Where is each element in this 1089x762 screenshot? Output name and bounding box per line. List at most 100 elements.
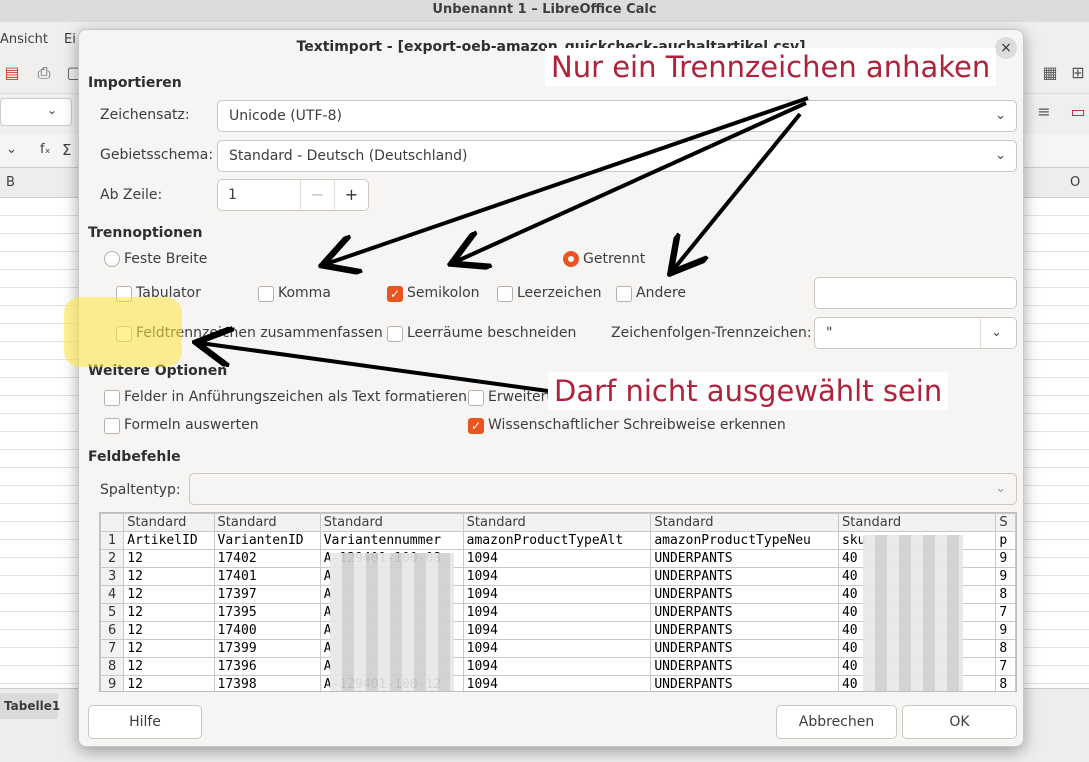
from-row-spinner[interactable]: 1 − + bbox=[217, 179, 369, 211]
annotation-bottom: Darf nicht ausgewählt sein bbox=[548, 372, 949, 410]
font-name-box[interactable]: ⌄ bbox=[0, 98, 72, 126]
redacted-region bbox=[863, 535, 963, 691]
locale-select[interactable]: Standard - Deutsch (Deutschland) ⌄ bbox=[217, 140, 1017, 172]
table-cell: 9 bbox=[995, 549, 1016, 568]
ok-button[interactable]: OK bbox=[902, 705, 1017, 739]
table-cell: 17395 bbox=[213, 603, 321, 622]
table-cell: 1094 bbox=[462, 585, 652, 604]
semicolon-label[interactable]: Semikolon bbox=[407, 285, 480, 301]
table-cell: 12 bbox=[123, 621, 215, 640]
column-o-header[interactable]: O bbox=[1070, 175, 1080, 190]
other-label[interactable]: Andere bbox=[636, 285, 686, 301]
other-separator-input[interactable] bbox=[814, 277, 1017, 309]
scientific-notation-checkbox[interactable]: ✓ bbox=[468, 418, 484, 434]
space-checkbox[interactable] bbox=[497, 286, 513, 302]
quoted-as-text-label[interactable]: Felder in Anführungszeichen als Text for… bbox=[124, 389, 467, 405]
locale-label: Gebietsschema: bbox=[100, 147, 214, 163]
string-delimiter-label: Zeichenfolgen-Trennzeichen: bbox=[611, 325, 812, 341]
table-cell: 12 bbox=[123, 639, 215, 658]
chevron-down-icon: ⌄ bbox=[995, 481, 1006, 496]
charset-select[interactable]: Unicode (UTF-8) ⌄ bbox=[217, 100, 1017, 132]
semicolon-checkbox[interactable]: ✓ bbox=[387, 286, 403, 302]
detect-special-numbers-label[interactable]: Erweitert bbox=[488, 389, 552, 405]
cancel-button[interactable]: Abbrechen bbox=[776, 705, 897, 739]
table-cell: 17398 bbox=[213, 675, 321, 691]
chart-icon[interactable]: ⊞ bbox=[1068, 63, 1088, 83]
fixed-width-radio[interactable] bbox=[104, 251, 120, 267]
import-heading: Importieren bbox=[88, 75, 182, 91]
column-b-header[interactable]: B bbox=[6, 175, 15, 190]
close-icon[interactable]: × bbox=[995, 37, 1017, 59]
table-cell: 1094 bbox=[462, 549, 652, 568]
border-icon[interactable]: ▭ bbox=[1068, 102, 1088, 122]
table-cell: 1094 bbox=[462, 567, 652, 586]
string-delimiter-value: " bbox=[826, 325, 833, 341]
menu-einfuegen[interactable]: Ei bbox=[64, 32, 76, 47]
column-type-header[interactable]: Standard bbox=[837, 513, 997, 532]
comma-checkbox[interactable] bbox=[258, 286, 274, 302]
table-cell: 9 bbox=[995, 621, 1016, 640]
chevron-down-icon[interactable]: ⌄ bbox=[6, 142, 17, 157]
table-cell: UNDERPANTS bbox=[650, 621, 839, 640]
table-cell: 1094 bbox=[462, 639, 652, 658]
wrap-text-icon[interactable]: ≡ bbox=[1034, 102, 1054, 122]
other-checkbox[interactable] bbox=[616, 286, 632, 302]
table-cell: 17399 bbox=[213, 639, 321, 658]
separated-radio[interactable] bbox=[563, 251, 579, 267]
space-label[interactable]: Leerzeichen bbox=[517, 285, 601, 301]
trim-spaces-label[interactable]: Leerräume beschneiden bbox=[407, 325, 576, 341]
table-cell: UNDERPANTS bbox=[650, 657, 839, 676]
column-type-select[interactable]: ⌄ bbox=[189, 473, 1017, 505]
evaluate-formulas-checkbox[interactable] bbox=[104, 418, 120, 434]
export-pdf-icon[interactable]: ▤ bbox=[2, 63, 22, 83]
table-cell: 9 bbox=[995, 567, 1016, 586]
chevron-down-icon: ⌄ bbox=[995, 148, 1006, 163]
column-type-header[interactable]: Standard bbox=[213, 513, 321, 532]
print-icon[interactable]: ⎙ bbox=[34, 63, 54, 83]
table-cell: 8 bbox=[995, 585, 1016, 604]
table-cell: UNDERPANTS bbox=[650, 603, 839, 622]
table-cell: 17401 bbox=[213, 567, 321, 586]
trim-spaces-checkbox[interactable] bbox=[387, 326, 403, 342]
string-delimiter-select[interactable]: " ⌄ bbox=[814, 317, 1017, 349]
column-type-header[interactable]: Standard bbox=[123, 513, 215, 532]
table-icon[interactable]: ▦ bbox=[1040, 63, 1060, 83]
chevron-down-icon: ⌄ bbox=[995, 108, 1006, 123]
table-cell: 7 bbox=[995, 603, 1016, 622]
scientific-notation-label[interactable]: Wissenschaftlicher Schreibweise erkennen bbox=[488, 417, 786, 433]
sum-icon[interactable]: Σ bbox=[62, 141, 71, 159]
window-title: Unbenannt 1 – LibreOffice Calc bbox=[0, 0, 1089, 22]
charset-label: Zeichensatz: bbox=[100, 107, 190, 123]
evaluate-formulas-label[interactable]: Formeln auswerten bbox=[124, 417, 259, 433]
column-type-header[interactable]: Standard bbox=[462, 513, 652, 532]
table-cell: amazonProductTypeAlt bbox=[462, 531, 652, 550]
row-number: 4 bbox=[100, 585, 125, 604]
table-cell: UNDERPANTS bbox=[650, 639, 839, 658]
plus-icon[interactable]: + bbox=[334, 180, 368, 210]
table-cell: 12 bbox=[123, 603, 215, 622]
chevron-down-icon[interactable]: ⌄ bbox=[980, 318, 1016, 348]
detect-special-numbers-checkbox[interactable] bbox=[468, 390, 484, 406]
locale-value: Standard - Deutsch (Deutschland) bbox=[229, 148, 468, 164]
column-type-header[interactable]: Standard bbox=[650, 513, 839, 532]
chevron-down-icon: ⌄ bbox=[47, 103, 58, 117]
column-type-header[interactable]: S bbox=[995, 513, 1016, 532]
from-row-value[interactable]: 1 bbox=[228, 180, 237, 210]
fixed-width-label[interactable]: Feste Breite bbox=[124, 251, 207, 267]
separated-label[interactable]: Getrennt bbox=[583, 251, 645, 267]
menu-ansicht[interactable]: Ansicht bbox=[0, 32, 48, 47]
quoted-as-text-checkbox[interactable] bbox=[104, 390, 120, 406]
sheet-tab[interactable]: Tabelle1 bbox=[0, 693, 60, 719]
comma-label[interactable]: Komma bbox=[278, 285, 331, 301]
help-button[interactable]: Hilfe bbox=[88, 705, 202, 739]
column-type-header[interactable]: Standard bbox=[319, 513, 464, 532]
annotation-top: Nur ein Trennzeichen anhaken bbox=[545, 48, 997, 86]
minus-icon[interactable]: − bbox=[300, 180, 334, 210]
function-wizard-icon[interactable]: fₓ bbox=[40, 142, 50, 157]
import-preview[interactable]: Standard Standard Standard Standard Stan… bbox=[99, 512, 1017, 692]
row-number: 6 bbox=[100, 621, 125, 640]
redacted-region bbox=[330, 553, 454, 691]
row-number: 1 bbox=[100, 531, 125, 550]
table-cell: 8 bbox=[995, 639, 1016, 658]
row-number: 5 bbox=[100, 603, 125, 622]
